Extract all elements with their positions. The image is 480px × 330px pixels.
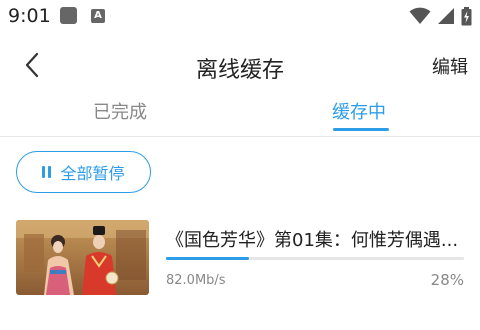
pause-all-button[interactable]: 全部暂停 [16,151,151,193]
status-icons [409,6,472,26]
page-title: 离线缓存 [195,58,284,83]
download-title: 《国色芳华》第01集：何惟芳偶遇... [166,230,459,251]
tab-completed[interactable]: 已完成 [93,98,147,124]
download-progress-bar [166,257,464,260]
battery-icon [461,6,472,25]
edit-button[interactable]: 编辑 [432,53,468,79]
wifi-icon [409,7,431,24]
text-notification-icon: A [91,9,105,23]
active-tab-indicator [333,128,389,131]
pause-all-label: 全部暂停 [60,164,125,183]
download-speed: 82.0Mb/s [166,273,226,288]
tab-caching[interactable]: 缓存中 [332,98,386,124]
download-progress-fill [166,257,250,260]
download-item[interactable]: 《国色芳华》第01集：何惟芳偶遇... 82.0Mb/s 28% [16,218,466,298]
tab-bar: 已完成 缓存中 [0,94,480,137]
notification-square-icon [60,7,77,24]
signal-icon [438,8,454,24]
app-header: 离线缓存 编辑 [0,40,480,90]
download-percent: 28% [430,271,464,289]
status-bar: 9:01 A [0,0,480,34]
video-thumbnail [16,220,149,295]
status-time: 9:01 [8,5,51,27]
pause-icon [42,166,52,178]
